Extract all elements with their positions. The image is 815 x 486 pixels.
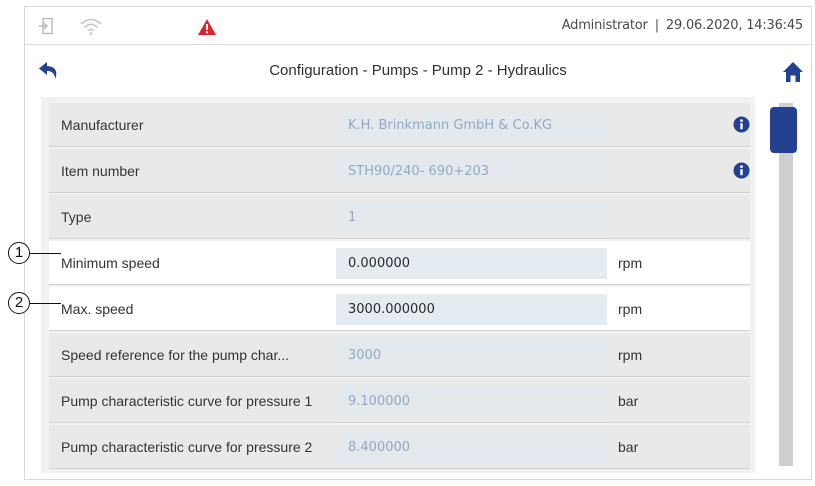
param-unit: bar xyxy=(618,439,639,455)
param-row-type: Type 1 xyxy=(49,195,750,239)
param-value-field: K.H. Brinkmann GmbH & Co.KG xyxy=(336,110,607,141)
param-row-item-number: Item number STH90/240- 690+203 xyxy=(49,149,750,193)
param-label: Manufacturer xyxy=(61,117,144,133)
param-label: Speed reference for the pump char... xyxy=(61,347,290,363)
status-separator: | xyxy=(654,18,659,33)
param-value-field: 3000 xyxy=(336,340,607,371)
info-icon[interactable] xyxy=(733,162,750,184)
status-info: Administrator | 29.06.2020, 14:36:45 xyxy=(561,18,804,33)
param-value-field: 8.400000 xyxy=(336,432,607,463)
info-icon[interactable] xyxy=(733,116,750,138)
param-value-field: 1 xyxy=(336,202,607,233)
param-label: Pump characteristic curve for pressure 1 xyxy=(61,393,313,409)
scrollbar-thumb[interactable] xyxy=(770,107,797,153)
callout-leader-line xyxy=(30,253,61,254)
param-unit: rpm xyxy=(618,347,643,363)
param-value-field: STH90/240- 690+203 xyxy=(336,156,607,187)
param-row-pump-curve-pressure-2: Pump characteristic curve for pressure 2… xyxy=(49,425,750,469)
param-row-manufacturer: Manufacturer K.H. Brinkmann GmbH & Co.KG xyxy=(49,103,750,147)
scrollbar-track[interactable] xyxy=(779,103,793,466)
param-row-minimum-speed: Minimum speed 0.000000 rpm xyxy=(49,241,750,285)
app-window: Administrator | 29.06.2020, 14:36:45 Confi… xyxy=(24,6,812,480)
minimum-speed-input[interactable]: 0.000000 xyxy=(336,248,607,279)
param-unit: rpm xyxy=(618,301,643,317)
login-icon[interactable] xyxy=(38,17,54,40)
param-label: Type xyxy=(61,209,92,225)
param-row-speed-reference: Speed reference for the pump char... 300… xyxy=(49,333,750,377)
status-bar: Administrator | 29.06.2020, 14:36:45 xyxy=(25,7,811,45)
title-bar: Configuration - Pumps - Pump 2 - Hydraul… xyxy=(25,45,811,97)
user-name: Administrator xyxy=(561,18,648,33)
param-unit: bar xyxy=(618,393,639,409)
callout-number: 1 xyxy=(8,242,30,264)
max-speed-input[interactable]: 3000.000000 xyxy=(336,294,607,325)
param-label: Max. speed xyxy=(61,301,134,317)
param-row-max-speed: Max. speed 3000.000000 rpm xyxy=(49,287,750,331)
param-value-field: 9.100000 xyxy=(336,386,607,417)
param-label: Pump characteristic curve for pressure 2 xyxy=(61,439,313,455)
page-title: Configuration - Pumps - Pump 2 - Hydraul… xyxy=(269,62,567,79)
param-row-pump-curve-pressure-1: Pump characteristic curve for pressure 1… xyxy=(49,379,750,423)
param-label: Minimum speed xyxy=(61,255,160,271)
warning-triangle-icon[interactable] xyxy=(197,18,217,41)
datetime: 29.06.2020, 14:36:45 xyxy=(665,18,803,33)
param-label: Item number xyxy=(61,163,140,179)
callout-leader-line xyxy=(30,303,61,304)
wifi-icon xyxy=(79,16,103,41)
home-icon[interactable] xyxy=(782,61,804,88)
parameter-list: Manufacturer K.H. Brinkmann GmbH & Co.KG… xyxy=(41,97,755,473)
param-unit: rpm xyxy=(618,255,643,271)
callout-number: 2 xyxy=(8,292,30,314)
